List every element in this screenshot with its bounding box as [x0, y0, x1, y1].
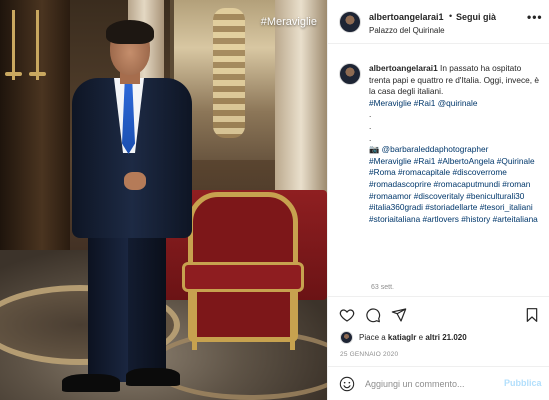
- candelabra: [5, 10, 22, 80]
- liker-username[interactable]: katiaglr: [388, 333, 416, 342]
- man-hand: [124, 172, 146, 190]
- likes-count-link[interactable]: altri 21.020: [425, 333, 466, 342]
- more-horizontal-icon[interactable]: •••: [527, 10, 543, 24]
- caption-hashtags[interactable]: #Meraviglie #Rai1 @quirinale: [369, 98, 478, 108]
- man-leg: [128, 232, 166, 377]
- man-shoe: [126, 368, 180, 386]
- man-hair: [106, 20, 154, 44]
- candelabra: [29, 10, 46, 80]
- likes-summary: Piace a katiaglr e altri 21.020: [359, 333, 467, 342]
- comment-icon[interactable]: [365, 307, 381, 323]
- chair-leg: [290, 290, 295, 350]
- comment-input[interactable]: [365, 375, 495, 393]
- location-link[interactable]: Palazzo del Quirinale: [369, 26, 445, 35]
- share-icon[interactable]: [391, 307, 407, 323]
- avatar[interactable]: [339, 11, 361, 33]
- caption-username[interactable]: albertoangelarai1: [369, 63, 438, 73]
- wall-ornament: [213, 8, 245, 138]
- caption-dot: .: [369, 109, 372, 120]
- bookmark-icon[interactable]: [524, 307, 540, 323]
- caption-dot: .: [369, 120, 372, 131]
- emoji-icon[interactable]: [339, 376, 355, 392]
- camera-icon: 📷: [369, 144, 380, 155]
- photo-wall-left: [0, 0, 70, 260]
- post-date[interactable]: 25 GENNAIO 2020: [340, 351, 398, 358]
- caption-dot: .: [369, 132, 372, 143]
- caption-body: albertoangelarai1 In passato ha ospitato…: [369, 63, 541, 225]
- man-shoe: [62, 374, 120, 392]
- post-header: albertoangelarai1 • Segui già Palazzo de…: [328, 0, 549, 44]
- post-side-panel: albertoangelarai1 • Segui già Palazzo de…: [327, 0, 549, 400]
- caption-comment: albertoangelarai1 In passato ha ospitato…: [328, 56, 549, 296]
- post-actions: Piace a katiaglr e altri 21.020 25 GENNA…: [328, 296, 549, 372]
- photographer-credit-link[interactable]: @barbaraleddaphotographer: [382, 144, 489, 154]
- heart-icon[interactable]: [339, 307, 355, 323]
- caption-hashtag-block[interactable]: #Meraviglie #Rai1 #AlbertoAngela #Quirin…: [369, 156, 538, 224]
- avatar[interactable]: [339, 63, 361, 85]
- header-username[interactable]: albertoangelarai1: [369, 12, 444, 22]
- photo-overlay-hashtag: #Meraviglie: [260, 16, 317, 28]
- following-button[interactable]: Segui già: [456, 12, 496, 22]
- likes-middle: e: [418, 333, 424, 342]
- add-comment-bar: Pubblica: [328, 366, 549, 400]
- separator-dot: •: [449, 11, 453, 21]
- likes-prefix: Piace a: [359, 333, 386, 342]
- liker-avatar[interactable]: [340, 331, 353, 344]
- caption-time-ago[interactable]: 63 sett.: [371, 284, 394, 291]
- man-leg: [88, 232, 128, 382]
- publish-button[interactable]: Pubblica: [504, 378, 542, 388]
- chair-seat: [182, 262, 304, 292]
- chair-leg: [192, 290, 197, 350]
- post-photo[interactable]: #Meraviglie: [0, 0, 327, 400]
